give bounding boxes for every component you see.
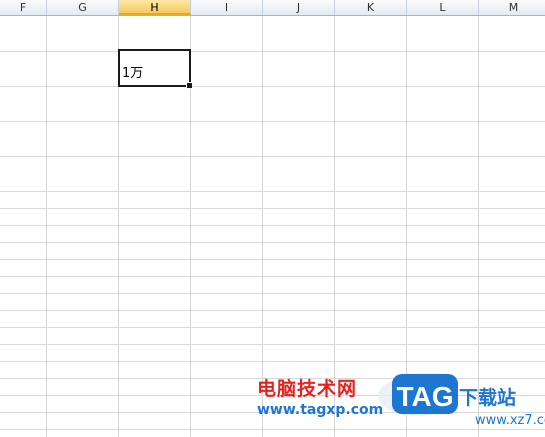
column-gridline [46,16,47,437]
row-gridline [0,191,545,192]
column-header-l[interactable]: L [407,0,479,15]
row-gridline [0,276,545,277]
tag-logo-icon: TAG [378,374,458,416]
column-header-j[interactable]: J [263,0,335,15]
column-header-i[interactable]: I [191,0,263,15]
watermark-right-name: 下载站 [459,387,517,409]
watermark-right-url: www.xz7.com [475,413,545,428]
column-header-f[interactable]: F [0,0,47,15]
row-gridline [0,293,545,294]
tag-logo-text: TAG [396,381,453,412]
column-header-k[interactable]: K [335,0,407,15]
row-gridline [0,225,545,226]
row-gridline [0,310,545,311]
spreadsheet: F G H I J K L M 1万 电脑技术网 www.tagxp.com T… [0,0,545,437]
row-gridline [0,344,545,345]
active-cell-value: 1万 [122,66,144,81]
column-header-g[interactable]: G [47,0,119,15]
row-gridline [0,361,545,362]
watermark: 电脑技术网 www.tagxp.com TAG 下载站 www.xz7.com [255,368,545,437]
column-header-h[interactable]: H [119,0,191,15]
row-gridline [0,327,545,328]
row-gridline [0,242,545,243]
watermark-site-url: www.tagxp.com [257,402,384,418]
row-gridline [0,156,545,157]
row-gridline [0,121,545,122]
watermark-site-name: 电脑技术网 [257,378,358,400]
fill-handle[interactable] [186,82,193,89]
column-header-bar: F G H I J K L M [0,0,545,16]
column-header-m[interactable]: M [479,0,545,15]
active-cell-h3[interactable]: 1万 [118,49,193,89]
row-gridline [0,86,545,87]
row-gridline [0,259,545,260]
row-gridline [0,208,545,209]
row-gridline [0,51,545,52]
